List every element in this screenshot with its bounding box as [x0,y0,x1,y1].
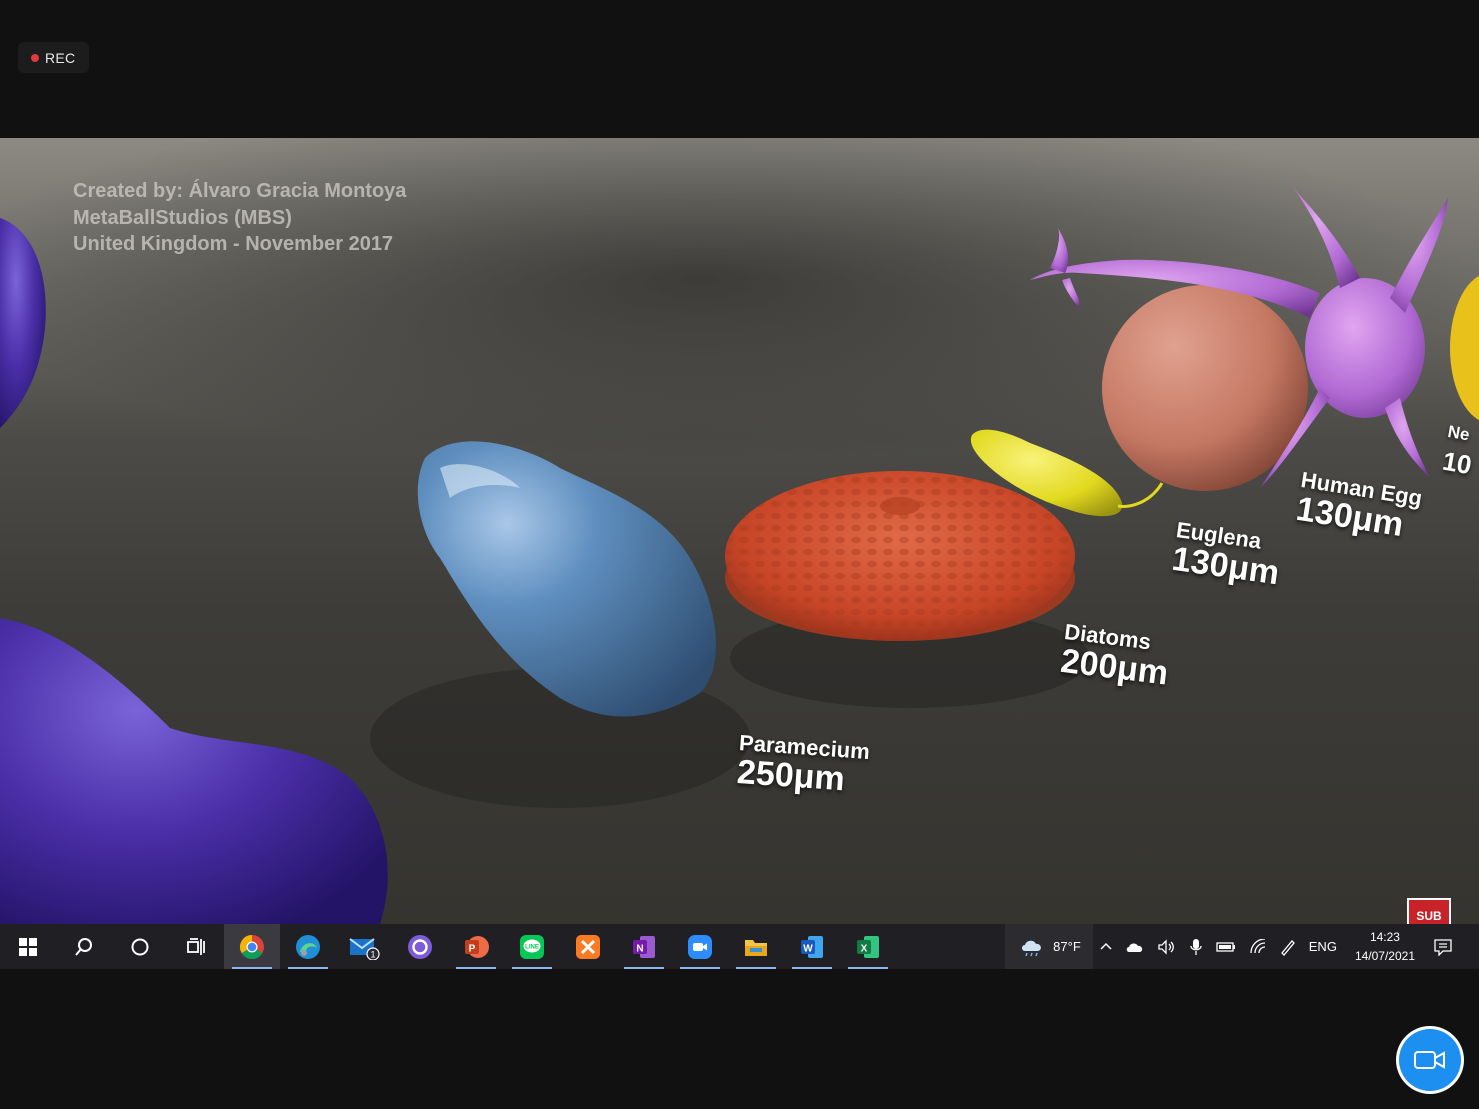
taskbar-app-zoom[interactable] [672,924,728,969]
excel-icon: X [857,935,879,958]
taskbar-app-onenote[interactable]: N [616,924,672,969]
organism-size: 10 [1440,445,1474,481]
running-indicator [792,967,832,969]
mail-badge-count: 1 [370,949,375,959]
chevron-up-icon [1100,942,1112,950]
running-indicator [232,967,272,969]
video-credits: Created by: Álvaro Gracia Montoya MetaBa… [73,178,406,258]
svg-text:X: X [861,943,868,954]
svg-text:P: P [469,943,476,954]
video-camera-icon [1414,1051,1445,1069]
recording-indicator: REC [18,42,89,73]
onedrive-tray-button[interactable] [1119,940,1151,954]
organism-label-paramecium: Paramecium 250μm [736,730,871,798]
recording-label: REC [45,49,76,66]
shared-video-frame: Created by: Álvaro Gracia Montoya MetaBa… [0,138,1479,924]
credit-line: Created by: Álvaro Gracia Montoya [73,180,407,202]
pen-icon [1280,939,1295,956]
cloud-rain-icon [1022,940,1042,956]
running-indicator [456,967,496,969]
credit-line: United Kingdom - November 2017 [73,233,394,255]
running-indicator [624,967,664,969]
speaker-icon [1158,938,1174,955]
search-icon [75,937,92,956]
purple-cell-bottom [0,618,388,924]
svg-text:N: N [636,943,643,954]
camera-button[interactable] [1399,1029,1461,1091]
edge-icon [296,934,320,959]
weather-widget[interactable]: 87°F [1005,924,1093,969]
windows-logo-icon [19,937,37,956]
taskbar-app-chrome[interactable] [224,924,280,969]
zoom-icon [688,934,712,959]
svg-text:LINE: LINE [525,944,539,950]
onedrive-cloud-icon [1126,942,1142,952]
organism-label-diatoms: Diatoms 200μm [1059,619,1173,693]
microphone-icon [1190,938,1202,955]
taskbar: 1 P LINE N W X 87°F ENG 14:23 14/07/2021 [0,924,1479,969]
clock-date: 14/07/2021 [1354,948,1415,963]
word-icon: W [801,935,823,958]
running-indicator [736,967,776,969]
microphone-tray-button[interactable] [1183,938,1209,956]
running-indicator [512,967,552,969]
line-icon: LINE [520,934,544,959]
folder-icon [745,939,767,956]
running-indicator [848,967,888,969]
diatom [725,471,1075,641]
purple-cell-top [0,218,46,428]
search-button[interactable] [56,924,112,969]
pollen-edge [1450,275,1479,421]
start-button[interactable] [0,924,56,969]
taskbar-app-line[interactable]: LINE [504,924,560,969]
cortana-icon [131,938,149,955]
task-view-button[interactable] [168,924,224,969]
action-center-button[interactable] [1427,938,1479,956]
taskbar-app-circle[interactable] [392,924,448,969]
language-indicator[interactable]: ENG [1303,939,1343,954]
chrome-icon [239,934,264,959]
powerpoint-icon: P [465,935,489,958]
taskbar-app-edge[interactable] [280,924,336,969]
svg-text:W: W [803,943,813,954]
taskbar-app-file-explorer[interactable] [728,924,784,969]
notification-icon [1434,938,1452,956]
xampp-icon [576,934,600,959]
clock-time: 14:23 [1369,929,1400,944]
volume-tray-button[interactable] [1151,938,1183,955]
mail-icon: 1 [349,937,380,960]
wifi-icon [1250,938,1265,953]
taskbar-clock[interactable]: 14:23 14/07/2021 [1343,928,1427,966]
battery-icon [1216,941,1235,952]
paramecium [417,441,717,717]
taskbar-app-mail[interactable]: 1 [336,924,392,969]
taskbar-app-xampp[interactable] [560,924,616,969]
pen-tray-button[interactable] [1273,938,1303,956]
credit-line: MetaBallStudios (MBS) [73,206,292,229]
taskbar-app-powerpoint[interactable]: P [448,924,504,969]
subscribe-badge[interactable]: SUB [1407,898,1451,924]
taskbar-app-excel[interactable]: X [840,924,896,969]
running-indicator [680,967,720,969]
wifi-tray-button[interactable] [1243,938,1273,955]
system-tray: 87°F ENG 14:23 14/07/2021 [1005,924,1479,969]
onenote-icon: N [633,935,655,958]
cortana-button[interactable] [112,924,168,969]
recording-dot-icon [31,53,39,62]
circle-app-icon [408,934,432,959]
weather-temperature: 87°F [1053,939,1081,954]
taskbar-app-word[interactable]: W [784,924,840,969]
battery-tray-button[interactable] [1209,940,1243,954]
show-hidden-icons-button[interactable] [1093,940,1119,954]
running-indicator [288,967,328,969]
human-egg [1102,285,1308,491]
task-view-icon [187,937,205,955]
